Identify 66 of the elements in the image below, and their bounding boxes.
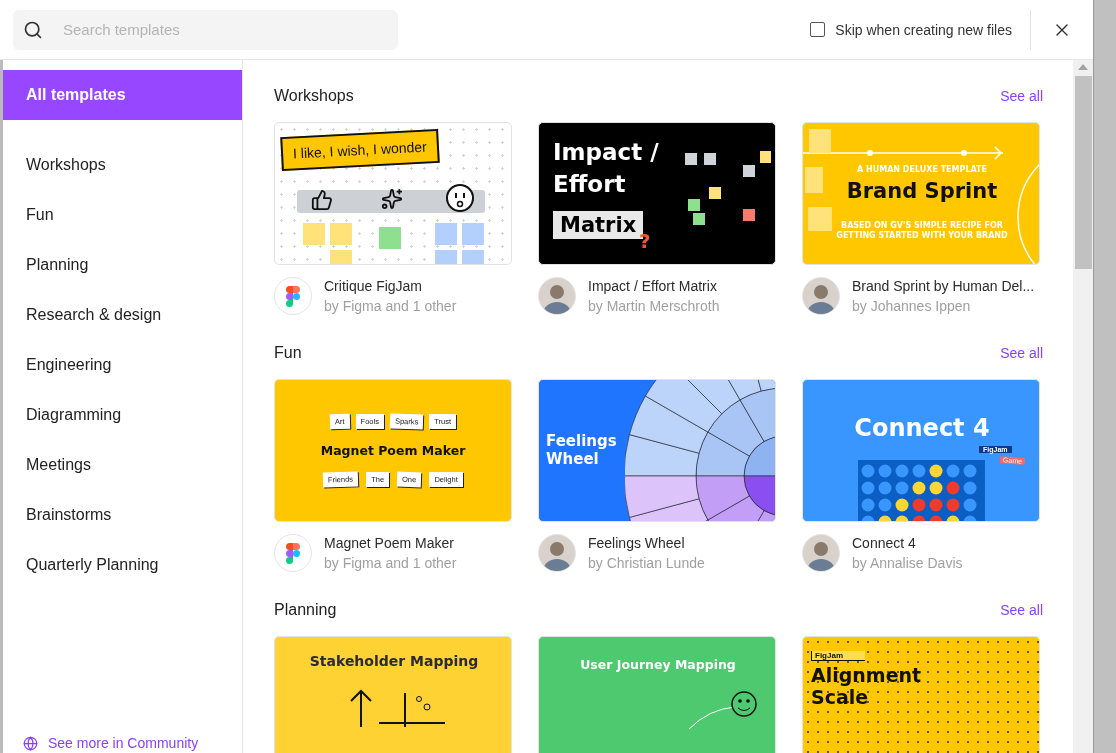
checkbox-label: Skip when creating new files — [835, 21, 1012, 38]
section-title: Planning — [274, 601, 337, 619]
template-thumbnail[interactable]: Stakeholder Mapping — [274, 636, 512, 753]
thumbnail-text: BASED ON GV'S SIMPLE RECIPE FOR GETTING STARTED WITH YOUR BRAND — [835, 221, 1009, 241]
stars-icon — [381, 188, 403, 210]
sidebar-item[interactable]: All templates — [3, 70, 242, 120]
see-all-link[interactable]: See all — [1000, 88, 1043, 104]
thumbnail-text: Alignment Scale — [811, 665, 923, 709]
template-thumbnail[interactable]: Impact / Effort Matrix ? — [538, 122, 776, 265]
surprised-face-icon — [445, 183, 475, 213]
figjam-tag: FigJam — [811, 651, 865, 661]
figma-logo-icon — [286, 285, 300, 307]
checkbox[interactable] — [810, 22, 826, 37]
section-title: Workshops — [274, 87, 354, 105]
author-avatar — [538, 277, 576, 315]
sidebar-item[interactable]: Engineering — [3, 340, 242, 390]
template-author: by Figma and 1 other — [324, 555, 457, 571]
sidebar-item[interactable]: Fun — [3, 190, 242, 240]
template-title[interactable]: Critique FigJam — [324, 278, 457, 294]
template-title[interactable]: Feelings Wheel — [588, 535, 705, 551]
template-author: by Figma and 1 other — [324, 298, 457, 314]
section-title: Fun — [274, 344, 302, 362]
figma-logo-icon — [286, 542, 300, 564]
thumbnail-text: Impact / — [553, 139, 659, 165]
skip-checkbox[interactable]: Skip when creating new files — [810, 21, 1030, 38]
sidebar-item[interactable]: Brainstorms — [3, 490, 242, 540]
sidebar-item[interactable]: Quarterly Planning — [3, 540, 242, 590]
thumbnail-text: Effort — [553, 171, 626, 197]
template-title[interactable]: Brand Sprint by Human Del... — [852, 278, 1035, 294]
author-avatar — [802, 277, 840, 315]
sidebar-item[interactable]: Diagramming — [3, 390, 242, 440]
template-title[interactable]: Impact / Effort Matrix — [588, 278, 720, 294]
see-all-link[interactable]: See all — [1000, 345, 1043, 361]
search-icon — [23, 19, 43, 40]
thumbnail-text: A HUMAN DELUXE TEMPLATE — [856, 165, 988, 174]
scrollbar[interactable] — [1073, 60, 1093, 753]
thumbnail-text: Brand Sprint — [845, 179, 999, 203]
thumbnail-text: Connect 4 — [853, 414, 991, 442]
globe-icon — [23, 735, 38, 751]
template-title[interactable]: Connect 4 — [852, 535, 963, 551]
see-all-link[interactable]: See all — [1000, 602, 1043, 618]
template-thumbnail[interactable]: Feelings Wheel — [538, 379, 776, 522]
template-author: by Christian Lunde — [588, 555, 705, 571]
sidebar-item[interactable]: Planning — [3, 240, 242, 290]
template-title[interactable]: Magnet Poem Maker — [324, 535, 457, 551]
thumbnail-text: Feelings Wheel — [546, 432, 618, 468]
author-avatar — [538, 534, 576, 572]
template-author: by Johannes Ippen — [852, 298, 972, 314]
thumbnail-text: Magnet Poem Maker — [320, 443, 466, 458]
sidebar-item[interactable]: Workshops — [3, 140, 242, 190]
template-thumbnail[interactable]: FigJam Alignment Scale — [802, 636, 1040, 753]
template-thumbnail[interactable]: I like, I wish, I wonder — [274, 122, 512, 265]
scroll-up-icon — [1078, 64, 1088, 70]
scrollbar-thumb[interactable] — [1074, 76, 1092, 269]
search-field[interactable]: Search templates — [13, 9, 398, 50]
sidebar-item[interactable]: Research & design — [3, 290, 242, 340]
template-author: by Martin Merschroth — [588, 298, 720, 314]
thumbnail-text: Stakeholder Mapping — [308, 653, 480, 669]
thumbnail-text: User Journey Mapping — [579, 657, 737, 672]
sidebar-item[interactable]: Meetings — [3, 440, 242, 490]
template-thumbnail[interactable]: A HUMAN DELUXE TEMPLATE Brand Sprint BASED ON GV'S SIMPLE RECIPE FOR GETTING STARTED WITH YOUR BRAND — [802, 122, 1040, 265]
template-author: by Annalise Davis — [852, 555, 963, 571]
community-link[interactable]: See more in Community — [23, 735, 199, 751]
sticky-label: I like, I wish, I wonder — [280, 128, 440, 172]
author-avatar — [802, 534, 840, 572]
thumbs-up-icon — [311, 189, 333, 211]
